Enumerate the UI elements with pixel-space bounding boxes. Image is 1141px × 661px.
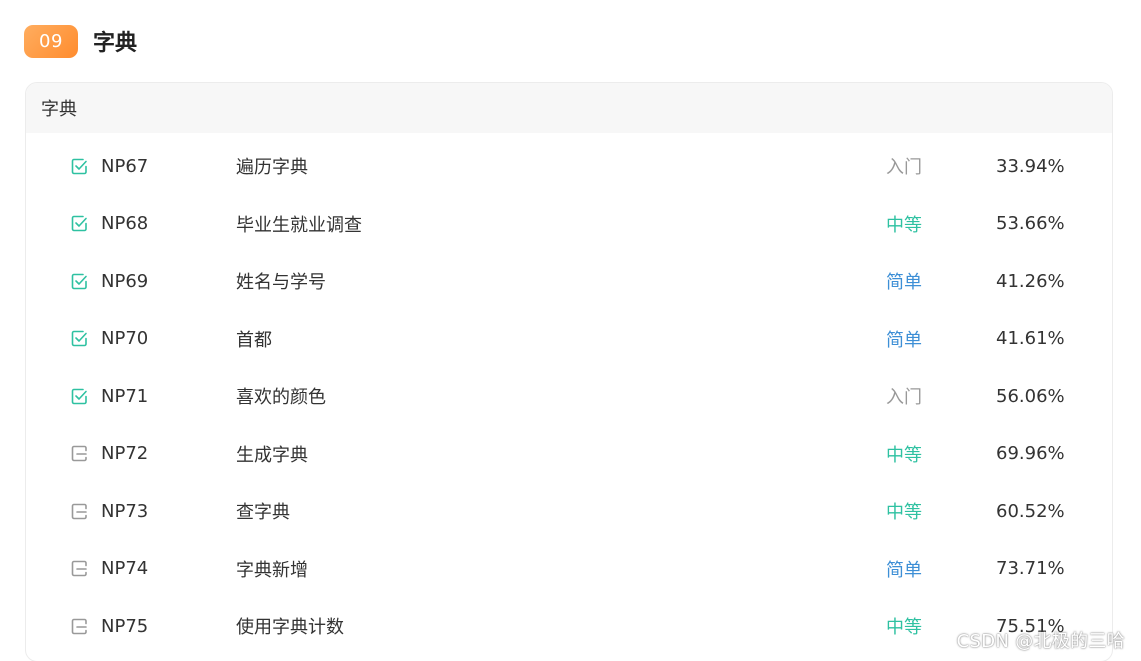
difficulty-label: 中等 bbox=[886, 617, 922, 638]
problem-row[interactable]: NP69 姓名与学号 简单 41.26% bbox=[26, 261, 1112, 301]
problem-title-link[interactable]: 使用字典计数 bbox=[236, 613, 344, 639]
problem-row[interactable]: NP74 字典新增 简单 73.71% bbox=[26, 549, 1112, 589]
open-box-icon bbox=[70, 445, 88, 463]
pass-rate: 53.66% bbox=[996, 213, 1065, 234]
card-header: 字典 bbox=[26, 83, 1112, 133]
open-box-icon bbox=[70, 502, 88, 520]
difficulty-label: 中等 bbox=[886, 214, 922, 236]
difficulty-label: 简单 bbox=[886, 559, 922, 581]
open-box-icon bbox=[70, 560, 88, 578]
problem-id: NP69 bbox=[101, 270, 149, 292]
open-box-icon bbox=[70, 617, 88, 635]
problem-row[interactable]: NP75 使用字典计数 中等 75.51% bbox=[26, 606, 1112, 646]
problem-title-link[interactable]: 查字典 bbox=[236, 498, 290, 524]
problem-title-link[interactable]: 姓名与学号 bbox=[236, 268, 326, 294]
problem-id: NP68 bbox=[101, 213, 149, 234]
difficulty-label: 中等 bbox=[886, 502, 922, 523]
difficulty-label: 入门 bbox=[886, 387, 922, 408]
problem-id: NP71 bbox=[101, 385, 149, 407]
checked-box-icon bbox=[70, 157, 88, 175]
problem-row[interactable]: NP71 喜欢的颜色 入门 56.06% bbox=[26, 376, 1112, 416]
problem-title-link[interactable]: 字典新增 bbox=[236, 556, 308, 582]
difficulty-label: 简单 bbox=[886, 272, 922, 293]
pass-rate: 41.26% bbox=[996, 270, 1065, 292]
pass-rate: 41.61% bbox=[996, 328, 1065, 349]
problem-title-link[interactable]: 喜欢的颜色 bbox=[236, 383, 326, 409]
problem-row[interactable]: NP68 毕业生就业调查 中等 53.66% bbox=[26, 204, 1112, 244]
pass-rate: 69.96% bbox=[996, 443, 1065, 464]
page: 09 字典 字典 NP67 遍历字典 入门 33.94% NP68 毕业生就业调查 中等 53… bbox=[0, 0, 1141, 661]
problem-row[interactable]: NP67 遍历字典 入门 33.94% bbox=[26, 146, 1112, 186]
problem-row[interactable]: NP73 查字典 中等 60.52% bbox=[26, 491, 1112, 531]
pass-rate: 56.06% bbox=[996, 385, 1065, 407]
problem-title-link[interactable]: 生成字典 bbox=[236, 441, 308, 467]
section-title: 字典 bbox=[93, 31, 138, 56]
problem-row[interactable]: NP72 生成字典 中等 69.96% bbox=[26, 434, 1112, 474]
pass-rate: 60.52% bbox=[996, 500, 1065, 522]
problem-title-link[interactable]: 首都 bbox=[236, 326, 272, 352]
problem-row[interactable]: NP70 首都 简单 41.61% bbox=[26, 319, 1112, 359]
problem-title-link[interactable]: 遍历字典 bbox=[236, 153, 308, 179]
checked-box-icon bbox=[70, 330, 88, 348]
problem-id: NP70 bbox=[101, 328, 149, 349]
pass-rate: 33.94% bbox=[996, 155, 1065, 177]
card-header-label: 字典 bbox=[41, 99, 77, 120]
difficulty-label: 中等 bbox=[886, 444, 922, 466]
difficulty-label: 简单 bbox=[886, 329, 922, 351]
problem-id: NP74 bbox=[101, 558, 149, 579]
section-header: 09 字典 bbox=[24, 24, 137, 58]
pass-rate: 73.71% bbox=[996, 558, 1065, 579]
problem-id: NP67 bbox=[101, 155, 149, 177]
problem-id: NP72 bbox=[101, 443, 149, 464]
watermark: CSDN @北极的三哈 bbox=[956, 631, 1125, 652]
problem-title-link[interactable]: 毕业生就业调查 bbox=[236, 211, 362, 237]
checked-box-icon bbox=[70, 387, 88, 405]
checked-box-icon bbox=[70, 272, 88, 290]
section-number-badge: 09 bbox=[24, 24, 78, 58]
problem-id: NP73 bbox=[101, 500, 149, 522]
problem-id: NP75 bbox=[101, 615, 149, 637]
checked-box-icon bbox=[70, 215, 88, 233]
problem-list-card: 字典 NP67 遍历字典 入门 33.94% NP68 毕业生就业调查 中等 53.66% NP… bbox=[25, 82, 1113, 661]
difficulty-label: 入门 bbox=[886, 157, 922, 178]
